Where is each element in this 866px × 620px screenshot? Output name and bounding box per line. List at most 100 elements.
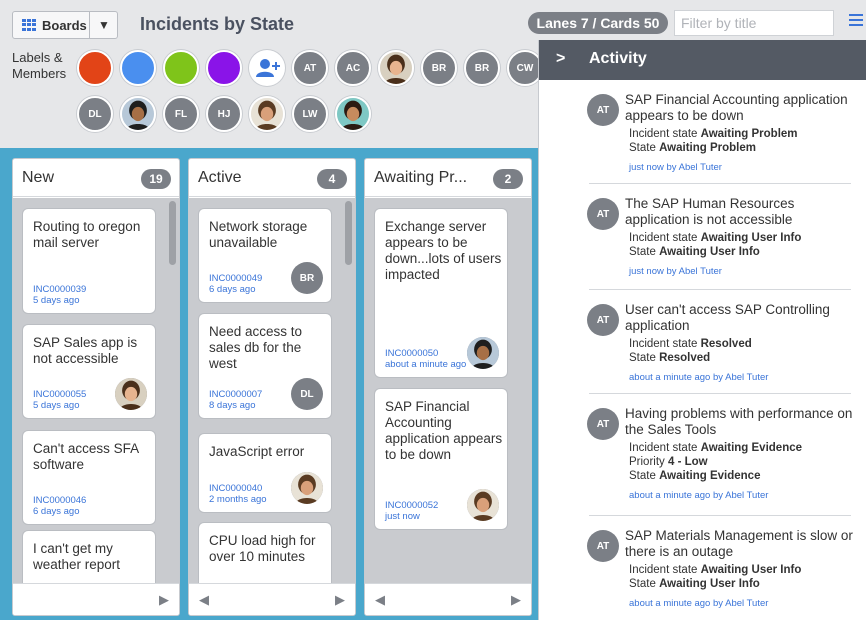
card-number[interactable]: INC0000052 [385, 500, 438, 511]
card-title: Routing to oregon mail server [33, 219, 141, 250]
chevron-down-icon[interactable]: ▼ [89, 12, 119, 38]
card-number[interactable]: INC0000046 [33, 495, 86, 506]
card-title: Can't access SFA software [33, 441, 139, 472]
lane-count-badge: 4 [317, 169, 347, 189]
assignee-avatar[interactable] [467, 489, 499, 521]
member-avatar[interactable]: BR [464, 50, 500, 86]
card-number[interactable]: INC0000050 [385, 348, 438, 359]
label-swatch[interactable] [163, 50, 199, 86]
change-value: Awaiting User Info [659, 246, 760, 258]
incident-card[interactable]: Need access to sales db for the west INC0… [198, 313, 332, 419]
menu-icon[interactable] [849, 14, 863, 26]
card-number[interactable]: INC0000055 [33, 389, 86, 400]
incident-card[interactable]: CPU load high for over 10 minutes [198, 522, 332, 584]
arrow-right-icon[interactable]: ▶ [511, 592, 521, 608]
card-age: 5 days ago [33, 295, 80, 306]
lanes-cards-badge: Lanes 7 / Cards 50 [528, 12, 668, 34]
boards-dropdown[interactable]: Boards ▼ [12, 11, 118, 39]
incident-card[interactable]: Routing to oregon mail server INC0000039 5… [22, 208, 156, 314]
activity-avatar[interactable]: AT [587, 94, 619, 126]
member-avatar[interactable]: BR [421, 50, 457, 86]
member-avatar[interactable]: AT [292, 50, 328, 86]
card-number[interactable]: INC0000039 [33, 284, 86, 295]
change-value: Resolved [700, 338, 752, 350]
labels-members-title: Labels & Members [12, 50, 66, 82]
activity-text: SAP Financial Accounting application app… [625, 92, 848, 123]
change-label: Incident state [629, 232, 698, 244]
kanban-board: New 19 Routing to oregon mail server INC000… [0, 148, 580, 620]
change-value: Awaiting User Info [659, 578, 760, 590]
card-age: 6 days ago [33, 506, 80, 517]
member-avatar[interactable]: AC [335, 50, 371, 86]
assignee-avatar[interactable]: BR [291, 262, 323, 294]
arrow-left-icon[interactable]: ◀ [375, 592, 385, 608]
card-title: SAP Sales app is not accessible [33, 335, 138, 366]
assignee-avatar[interactable] [115, 378, 147, 410]
activity-text: Having problems with performance on the … [625, 406, 853, 437]
assignee-avatar[interactable] [291, 472, 323, 504]
activity-meta[interactable]: about a minute ago by Abel Tuter [629, 372, 768, 383]
incident-card[interactable]: SAP Sales app is not accessible INC000005… [22, 324, 156, 419]
activity-meta[interactable]: just now by Abel Tuter [629, 266, 722, 277]
activity-change-line: Incident state Awaiting User Info [629, 232, 801, 244]
change-value: 4 - Low [667, 456, 708, 468]
member-avatar[interactable] [249, 96, 285, 132]
chevron-right-icon[interactable]: > [556, 50, 565, 68]
lane: New 19 Routing to oregon mail server INC000… [12, 158, 180, 616]
activity-text: The SAP Human Resources application is n… [625, 196, 795, 227]
activity-avatar[interactable]: AT [587, 530, 619, 562]
incident-card[interactable]: I can't get my weather report [22, 530, 156, 584]
labels-title-line2: Members [12, 66, 67, 81]
card-title: Need access to sales db for the west [209, 324, 303, 371]
filter-by-title-input[interactable] [674, 10, 834, 36]
assignee-avatar[interactable] [467, 337, 499, 369]
activity-avatar[interactable]: AT [587, 408, 619, 440]
card-title: Network storage unavailable [209, 219, 308, 250]
change-label: State [629, 578, 656, 590]
lane-footer: ◀▶ [365, 583, 531, 615]
card-number[interactable]: INC0000040 [209, 483, 262, 494]
lane-scrollbar[interactable] [169, 201, 176, 265]
member-avatar[interactable] [120, 96, 156, 132]
activity-avatar[interactable]: AT [587, 304, 619, 336]
incident-card[interactable]: Exchange server appears to be down...lot… [374, 208, 508, 378]
change-label: Incident state [629, 338, 698, 350]
label-swatch[interactable] [120, 50, 156, 86]
card-age: 5 days ago [33, 400, 80, 411]
label-swatch[interactable] [206, 50, 242, 86]
member-avatar[interactable]: DL [77, 96, 113, 132]
lane-scrollbar[interactable] [345, 201, 352, 265]
activity-item: AT User can't access SAP Controlling appl… [587, 290, 851, 394]
arrow-left-icon[interactable]: ◀ [199, 592, 209, 608]
activity-change-line: Incident state Awaiting Problem [629, 128, 798, 140]
label-swatch[interactable] [77, 50, 113, 86]
labels-title-line1: Labels & [12, 50, 63, 65]
member-avatar[interactable]: LW [292, 96, 328, 132]
card-age: 8 days ago [209, 400, 256, 411]
arrow-right-icon[interactable]: ▶ [159, 592, 169, 608]
incident-card[interactable]: Network storage unavailable INC0000049 6 d… [198, 208, 332, 303]
assignee-avatar[interactable]: DL [291, 378, 323, 410]
activity-panel: > Activity AT SAP Financial Accounting ap… [538, 40, 866, 620]
member-avatar[interactable] [335, 96, 371, 132]
lane-header: Awaiting Pr... 2 [365, 159, 531, 197]
lane-count-badge: 19 [141, 169, 171, 189]
change-value: Resolved [659, 352, 711, 364]
activity-meta[interactable]: about a minute ago by Abel Tuter [629, 598, 768, 609]
activity-meta[interactable]: just now by Abel Tuter [629, 162, 722, 173]
activity-change-line: Incident state Awaiting Evidence [629, 442, 802, 454]
change-label: Priority [629, 456, 665, 468]
incident-card[interactable]: JavaScript error INC0000040 2 months ago [198, 433, 332, 513]
member-avatar[interactable]: FL [163, 96, 199, 132]
member-avatar[interactable]: HJ [206, 96, 242, 132]
activity-meta[interactable]: about a minute ago by Abel Tuter [629, 490, 768, 501]
activity-avatar[interactable]: AT [587, 198, 619, 230]
card-number[interactable]: INC0000007 [209, 389, 262, 400]
add-member-button[interactable] [249, 50, 285, 86]
incident-card[interactable]: SAP Financial Accounting application app… [374, 388, 508, 530]
activity-change-line: Incident state Resolved [629, 338, 752, 350]
arrow-right-icon[interactable]: ▶ [335, 592, 345, 608]
incident-card[interactable]: Can't access SFA software INC0000046 6 day… [22, 430, 156, 525]
member-avatar[interactable] [378, 50, 414, 86]
card-number[interactable]: INC0000049 [209, 273, 262, 284]
